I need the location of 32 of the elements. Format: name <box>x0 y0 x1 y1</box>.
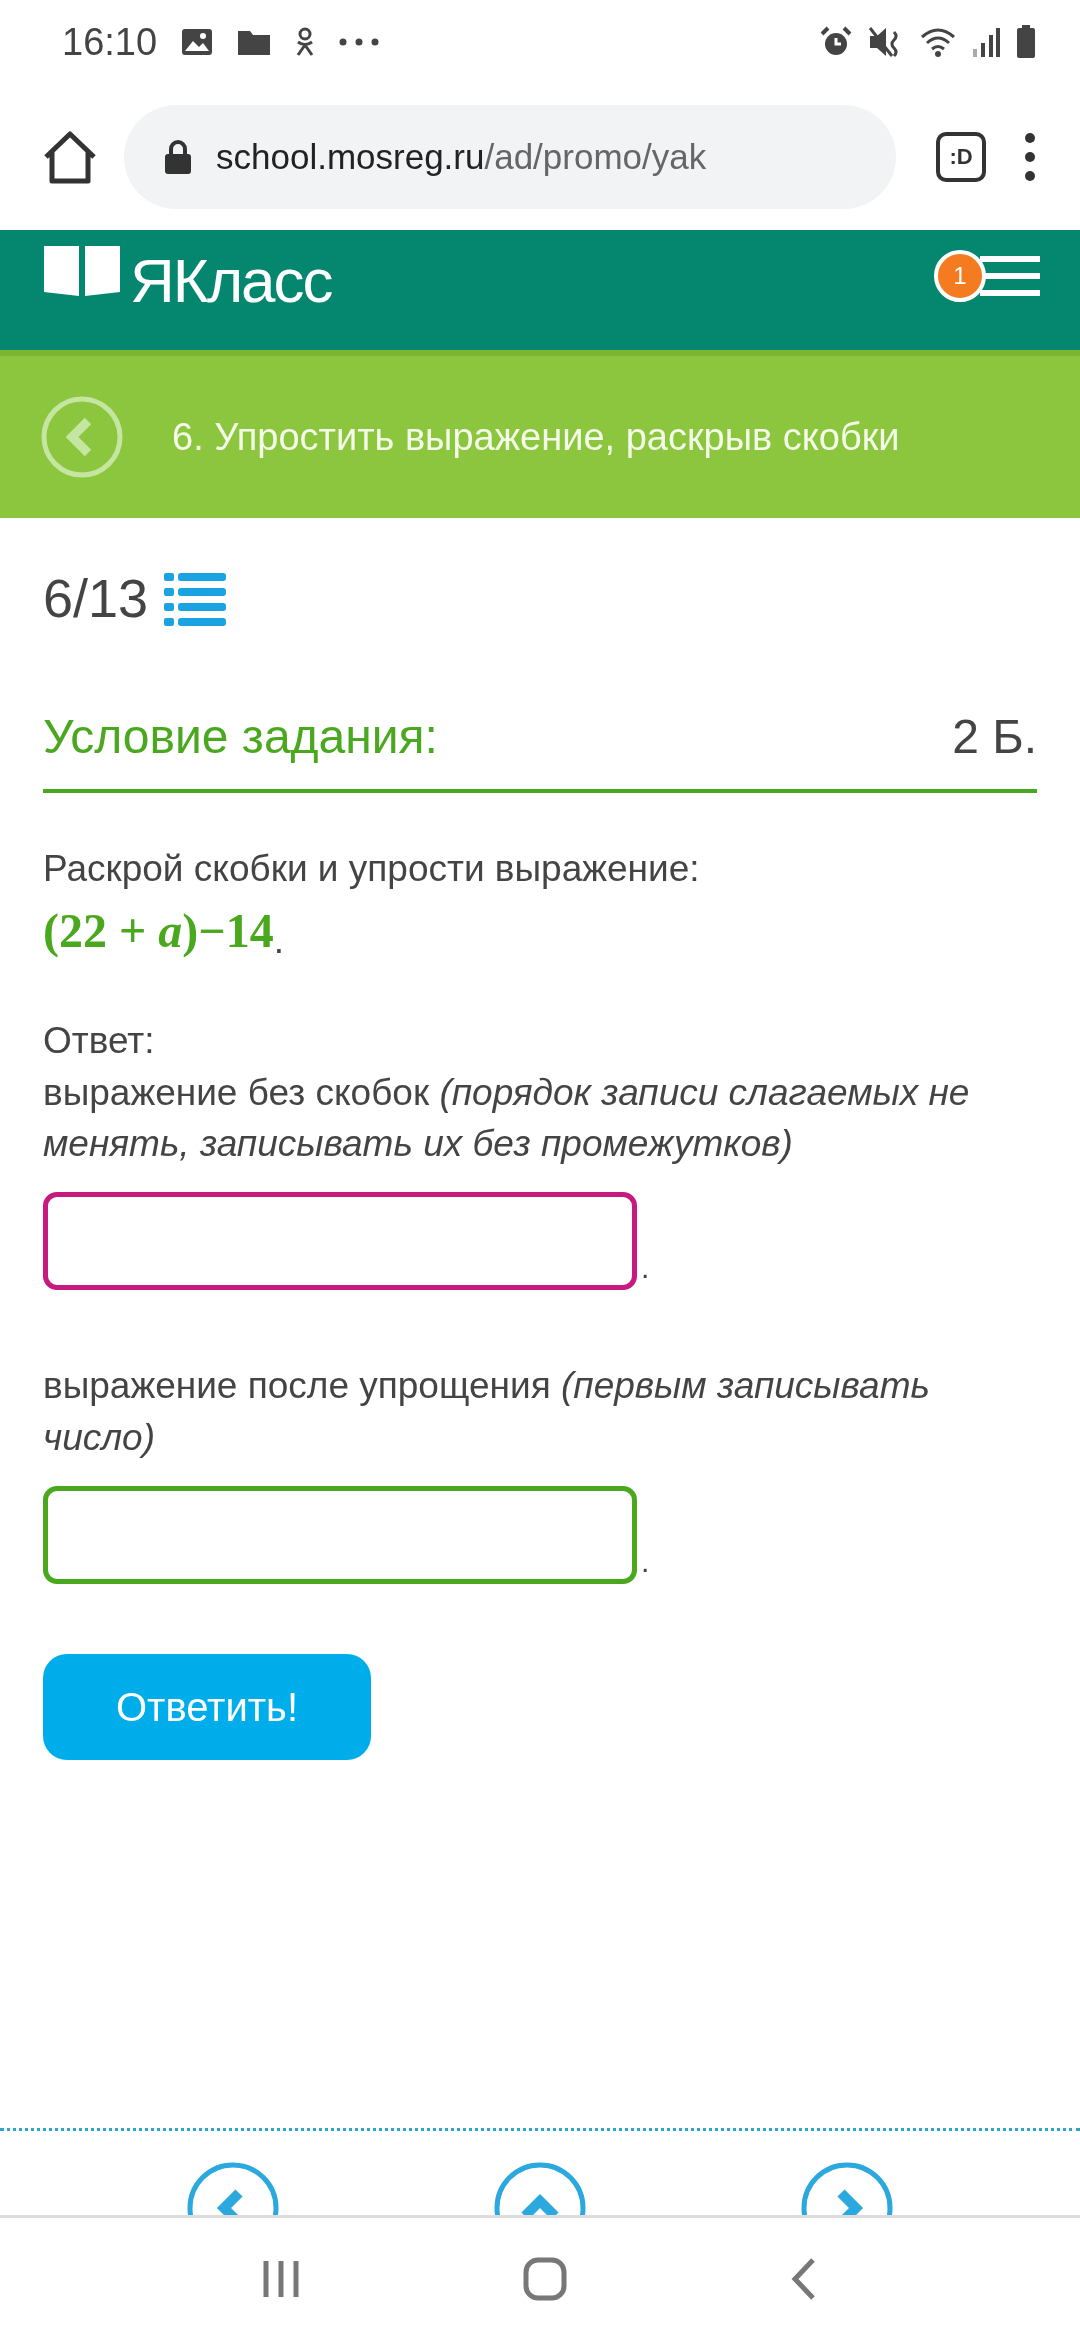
url-text: school.mosreg.ru/ad/promo/yak <box>216 135 707 178</box>
social-icon <box>295 27 316 57</box>
field-period: . <box>641 1543 650 1580</box>
expression-period: . <box>273 919 284 963</box>
field-period: . <box>641 1250 650 1287</box>
recent-apps-icon[interactable] <box>261 2259 301 2299</box>
list-icon[interactable] <box>164 570 227 627</box>
image-icon <box>181 28 214 56</box>
answer-label: Ответ: <box>43 1018 156 1063</box>
battery-icon <box>1016 25 1036 59</box>
math-expression: (22 + a)−14 <box>43 902 274 960</box>
page-title: 6. Упростить выражение, раскрыв скобки <box>172 414 900 460</box>
alarm-icon <box>820 26 852 58</box>
field-label: выражение после упрощения (первым записывать число) <box>43 1364 931 1460</box>
notification-count: 1 <box>934 250 986 302</box>
logo-text[interactable]: ЯКласс <box>130 234 332 327</box>
more-icon <box>339 38 380 46</box>
lock-icon <box>164 139 192 175</box>
address-bar[interactable]: school.mosreg.ru/ad/promo/yak <box>124 105 896 209</box>
home-button-icon[interactable] <box>523 2257 567 2301</box>
field-label: выражение без скобок (порядок записи слагаемых не менять, записывать их без промежутков) <box>43 1070 971 1167</box>
answer-field[interactable] <box>43 1485 637 1584</box>
task-prompt: Раскрой скобки и упрости выражение: <box>43 847 701 891</box>
answer-field[interactable] <box>43 1192 637 1291</box>
tab-switcher-button[interactable]: :D <box>936 132 986 182</box>
section-heading: Условие задания: <box>43 709 438 765</box>
status-time: 16:10 <box>62 19 158 65</box>
wifi-icon <box>920 27 956 57</box>
folder-icon <box>237 28 272 56</box>
points-label: 2 Б. <box>952 709 1037 765</box>
task-counter: 6/13 <box>43 567 149 630</box>
signal-icon <box>972 27 1000 57</box>
